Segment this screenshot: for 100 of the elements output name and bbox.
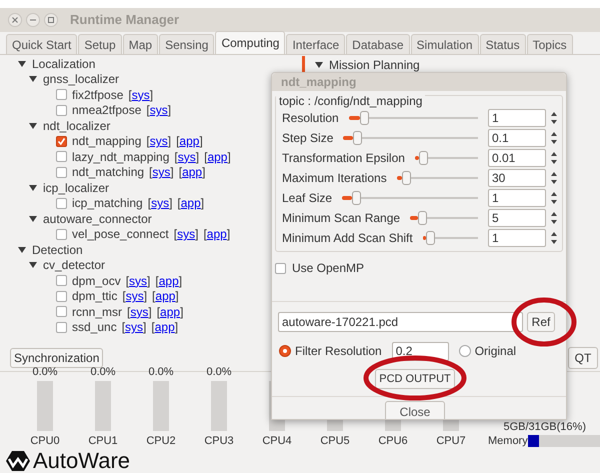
tree-item-label[interactable]: ndt_mapping xyxy=(72,132,142,150)
checkbox[interactable] xyxy=(56,89,67,100)
number-field[interactable]: 0.01 xyxy=(488,149,546,168)
checkbox[interactable] xyxy=(56,306,67,318)
tree-item-label[interactable]: ssd_unc xyxy=(72,318,117,336)
node-link[interactable]: [app] xyxy=(155,272,182,290)
tab[interactable]: Quick Start xyxy=(6,34,78,54)
checkbox[interactable] xyxy=(56,322,67,333)
synchronization-button[interactable]: Synchronization xyxy=(10,348,104,368)
checkbox[interactable] xyxy=(56,151,67,162)
tab[interactable]: Simulation xyxy=(410,34,479,54)
expanded-arrow-icon[interactable] xyxy=(29,122,37,130)
node-link[interactable]: [app] xyxy=(176,132,203,150)
slider-thumb[interactable] xyxy=(418,151,428,166)
tree-item-label[interactable]: dpm_ocv xyxy=(72,272,121,290)
node-link[interactable]: [app] xyxy=(203,225,230,244)
node-link[interactable]: [sys] xyxy=(126,272,150,290)
tree-item-label[interactable]: vel_pose_connect xyxy=(72,225,169,244)
node-link[interactable]: [sys] xyxy=(127,302,152,321)
tab[interactable]: Topics xyxy=(526,34,573,54)
tab[interactable]: Computing xyxy=(215,31,286,54)
slider-thumb[interactable] xyxy=(360,111,370,126)
node-link[interactable]: [sys] xyxy=(128,86,154,104)
node-link[interactable]: [sys] xyxy=(122,287,148,306)
tree-group-label[interactable]: gnss_localizer xyxy=(43,70,120,88)
node-link[interactable]: [sys] xyxy=(146,101,172,120)
tree-item-label[interactable]: nmea2tfpose xyxy=(72,101,142,120)
tree-group-label[interactable]: autoware_connector xyxy=(43,210,152,228)
checkbox[interactable] xyxy=(56,275,67,286)
qt-button[interactable]: QT xyxy=(568,347,598,369)
minimize-button[interactable] xyxy=(26,13,40,27)
number-field[interactable]: 0.1 xyxy=(488,129,546,148)
slider-thumb[interactable] xyxy=(352,131,362,146)
radio-button[interactable] xyxy=(458,345,471,358)
tab[interactable]: Map xyxy=(122,34,158,54)
tab[interactable]: Sensing xyxy=(159,34,214,54)
maximize-button[interactable] xyxy=(44,13,58,27)
node-link[interactable]: [sys] xyxy=(174,225,198,244)
group-title: topic : /config/ndt_mapping xyxy=(276,94,426,108)
node-link[interactable]: [sys] xyxy=(148,194,172,212)
slider-thumb[interactable] xyxy=(426,231,435,246)
number-field[interactable]: 30 xyxy=(488,169,546,188)
node-link[interactable]: [app] xyxy=(177,194,204,212)
tree-item-label[interactable]: fix2tfpose xyxy=(72,86,124,104)
spin-arrows-icon[interactable] xyxy=(550,171,558,186)
node-link[interactable]: [sys] xyxy=(149,163,174,182)
checkbox[interactable] xyxy=(56,198,67,209)
tree-group-label[interactable]: Detection xyxy=(32,240,83,259)
tab[interactable]: Setup xyxy=(78,34,122,54)
number-field[interactable]: 1 xyxy=(488,189,546,208)
node-link[interactable]: [app] xyxy=(152,287,179,306)
slider-thumb[interactable] xyxy=(352,191,361,206)
tab[interactable]: Status xyxy=(480,34,526,54)
spin-arrows-icon[interactable] xyxy=(550,111,558,126)
pcd-output-button[interactable]: PCD OUTPUT xyxy=(375,369,455,390)
checkbox[interactable] xyxy=(275,262,286,274)
expanded-arrow-icon[interactable] xyxy=(315,61,323,69)
node-link[interactable]: [sys] xyxy=(122,318,146,336)
number-field[interactable]: 1 xyxy=(488,229,546,248)
ref-button[interactable]: Ref xyxy=(527,312,555,332)
file-path-field[interactable]: autoware-170221.pcd xyxy=(278,312,523,332)
spin-arrows-icon[interactable] xyxy=(550,131,558,146)
tree-item-label[interactable]: dpm_ttic xyxy=(72,287,118,306)
tab[interactable]: Interface xyxy=(286,34,346,54)
tree-item-label[interactable]: ndt_matching xyxy=(72,163,144,182)
spin-arrows-icon[interactable] xyxy=(550,191,558,206)
slider-thumb[interactable] xyxy=(418,211,428,226)
node-link[interactable]: [app] xyxy=(204,148,231,166)
node-link[interactable]: [app] xyxy=(178,163,206,182)
node-link[interactable]: [app] xyxy=(156,302,184,321)
tree-item-label[interactable]: rcnn_msr xyxy=(72,302,122,321)
checkbox[interactable] xyxy=(56,136,67,147)
checkbox[interactable] xyxy=(56,228,67,240)
radio-button[interactable] xyxy=(279,345,291,358)
slider-thumb[interactable] xyxy=(402,171,412,186)
checkbox[interactable] xyxy=(56,290,67,302)
tree-item-label[interactable]: lazy_ndt_mapping xyxy=(72,148,170,166)
tree-group-label[interactable]: icp_localizer xyxy=(43,178,110,197)
tree-item-label[interactable]: icp_matching xyxy=(72,194,143,212)
close-button[interactable]: Close xyxy=(385,400,445,419)
node-link[interactable]: [sys] xyxy=(174,148,200,166)
expanded-arrow-icon[interactable] xyxy=(29,184,37,192)
checkbox[interactable] xyxy=(56,166,67,178)
tab[interactable]: Database xyxy=(346,34,410,54)
tree-group-label[interactable]: ndt_localizer xyxy=(43,116,110,135)
tree-group-label[interactable]: Localization xyxy=(32,55,96,73)
node-link[interactable]: [app] xyxy=(151,318,178,336)
radio-label[interactable]: Filter Resolution xyxy=(295,342,382,360)
spin-arrows-icon[interactable] xyxy=(550,231,558,246)
expanded-arrow-icon[interactable] xyxy=(29,214,37,223)
radio-label[interactable]: Original xyxy=(474,342,516,360)
checkbox[interactable] xyxy=(56,104,67,116)
spin-arrows-icon[interactable] xyxy=(550,211,558,226)
tree-group-label[interactable]: cv_detector xyxy=(43,256,106,274)
node-link[interactable]: [sys] xyxy=(146,132,172,150)
close-button[interactable] xyxy=(8,13,22,27)
tree-group-label[interactable]: Mission Planning xyxy=(329,56,420,74)
number-field[interactable]: 1 xyxy=(488,109,546,128)
number-field[interactable]: 5 xyxy=(488,209,546,228)
spin-arrows-icon[interactable] xyxy=(550,151,558,166)
